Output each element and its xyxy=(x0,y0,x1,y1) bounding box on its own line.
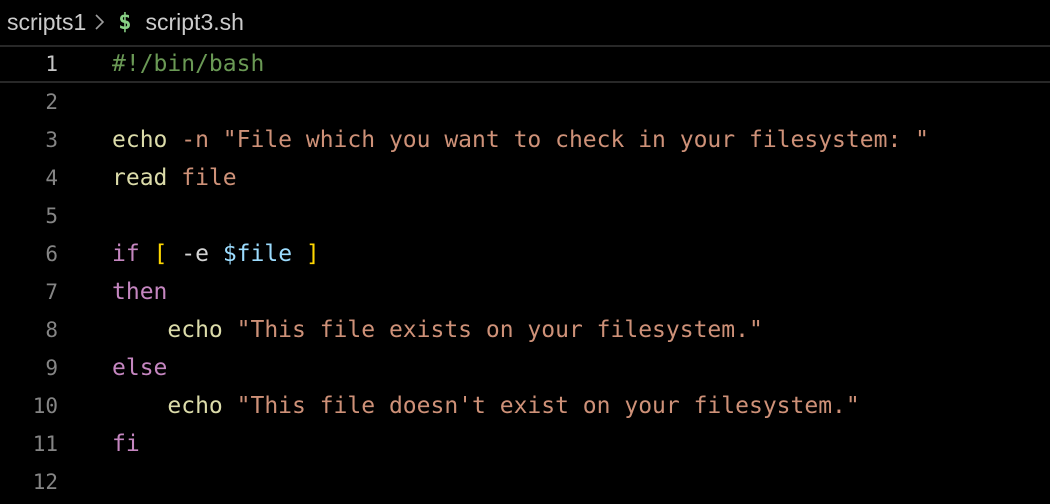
code-token: echo xyxy=(112,127,168,153)
code-text: then xyxy=(112,279,1050,305)
code-line[interactable]: 6 if [ -e $file ] xyxy=(0,235,1050,273)
line-number: 8 xyxy=(45,318,58,342)
line-number: 11 xyxy=(32,432,58,456)
code-token: "This file doesn't exist on your filesys… xyxy=(222,393,860,419)
code-token: file xyxy=(167,165,237,191)
breadcrumb-folder[interactable]: scripts1 xyxy=(7,9,86,36)
shell-file-icon: $ xyxy=(118,9,132,35)
code-token: -n "File which you want to check in your… xyxy=(167,127,929,153)
line-number: 12 xyxy=(32,470,58,494)
code-text: echo "This file doesn't exist on your fi… xyxy=(112,393,1050,419)
code-token: #!/bin/bash xyxy=(112,51,265,77)
code-token: [ xyxy=(153,241,168,267)
code-token: ] xyxy=(305,241,320,267)
line-number: 2 xyxy=(45,90,58,114)
breadcrumb: scripts1 $ script3.sh xyxy=(0,0,1050,44)
code-token: echo xyxy=(167,317,223,343)
code-token: if xyxy=(112,241,140,267)
code-line[interactable]: 11 fi xyxy=(0,425,1050,463)
line-number: 9 xyxy=(45,356,58,380)
line-number: 4 xyxy=(45,166,58,190)
code-text: #!/bin/bash xyxy=(112,51,1050,77)
line-number: 7 xyxy=(45,280,58,304)
code-token: then xyxy=(112,279,168,305)
code-text: else xyxy=(112,355,1050,381)
line-number: 6 xyxy=(45,242,58,266)
code-line[interactable]: 8 echo "This file exists on your filesys… xyxy=(0,311,1050,349)
code-line[interactable]: 1 #!/bin/bash xyxy=(0,45,1050,83)
breadcrumb-file[interactable]: script3.sh xyxy=(146,9,244,36)
code-line[interactable]: 5 xyxy=(0,197,1050,235)
code-line[interactable]: 10 echo "This file doesn't exist on your… xyxy=(0,387,1050,425)
code-line[interactable]: 9 else xyxy=(0,349,1050,387)
code-text: read file xyxy=(112,165,1050,191)
code-line[interactable]: 2 xyxy=(0,83,1050,121)
code-token: "This file exists on your filesystem." xyxy=(222,317,763,343)
code-line[interactable]: 12 xyxy=(0,463,1050,501)
code-text: echo -n "File which you want to check in… xyxy=(112,127,1050,153)
code-text: echo "This file exists on your filesyste… xyxy=(112,317,1050,343)
line-number: 10 xyxy=(32,394,58,418)
chevron-right-icon xyxy=(94,13,106,31)
code-text: fi xyxy=(112,431,1050,457)
code-text: if [ -e $file ] xyxy=(112,241,1050,267)
code-token: read xyxy=(112,165,168,191)
code-token: else xyxy=(112,355,168,381)
line-number: 1 xyxy=(45,52,58,76)
line-number: 3 xyxy=(45,128,58,152)
code-token: $file xyxy=(222,241,293,267)
code-token: fi xyxy=(112,431,140,457)
code-line[interactable]: 3 echo -n "File which you want to check i… xyxy=(0,121,1050,159)
code-line[interactable]: 4 read file xyxy=(0,159,1050,197)
code-token: echo xyxy=(167,393,223,419)
line-number: 5 xyxy=(45,204,58,228)
code-token: -e xyxy=(167,241,223,267)
code-editor[interactable]: 1 #!/bin/bash 2 3 echo -n "File which you wa… xyxy=(0,44,1050,504)
code-line[interactable]: 7 then xyxy=(0,273,1050,311)
